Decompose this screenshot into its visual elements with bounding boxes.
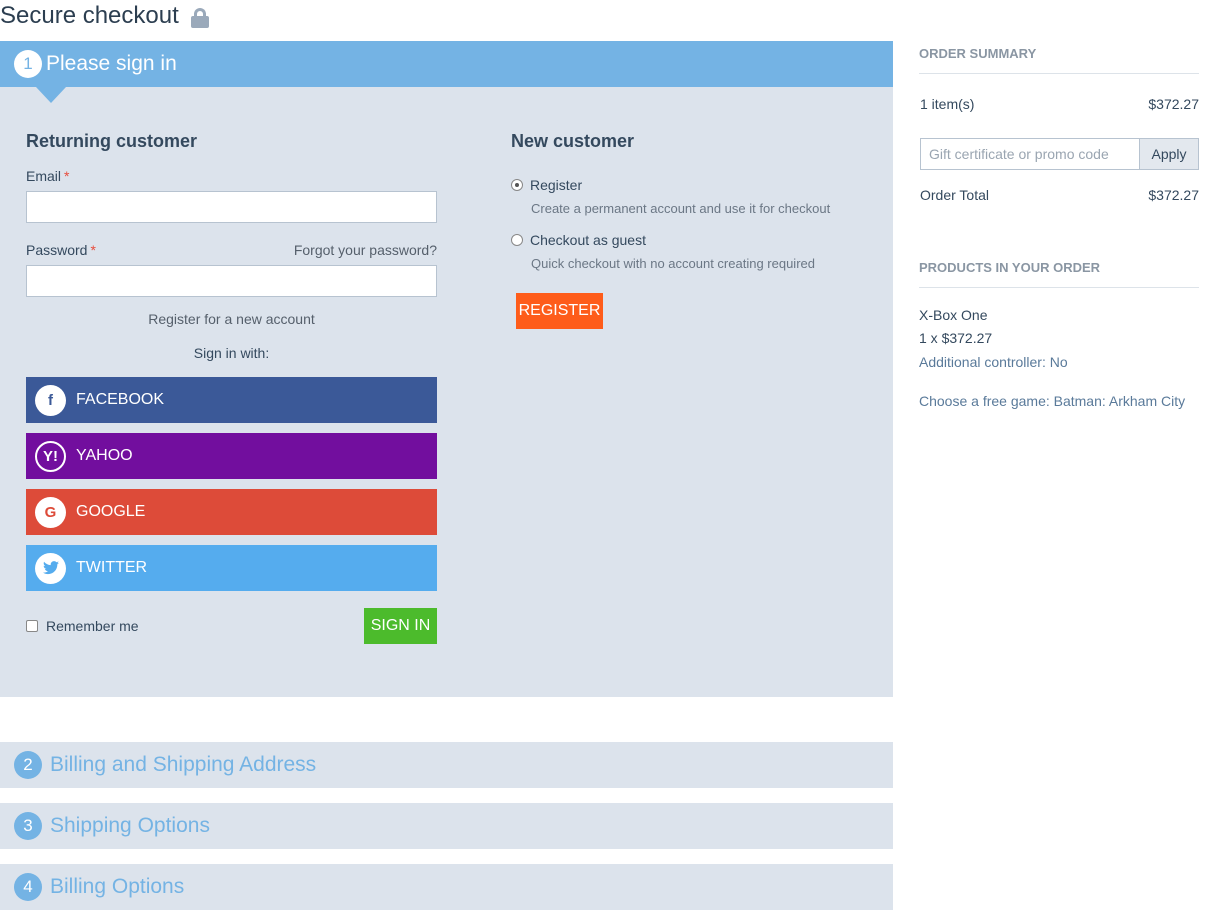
password-label-row: Password * Forgot your password? bbox=[26, 242, 437, 258]
remember-me-option[interactable]: Remember me bbox=[26, 618, 139, 634]
order-total-label: Order Total bbox=[920, 187, 989, 203]
facebook-label: FACEBOOK bbox=[76, 391, 165, 408]
step-number-badge: 1 bbox=[14, 50, 42, 78]
sign-in-button[interactable]: SIGN IN bbox=[364, 608, 437, 644]
email-label-row: Email * bbox=[26, 168, 437, 184]
step-title: Please sign in bbox=[46, 52, 177, 75]
step-number-badge: 3 bbox=[14, 812, 42, 840]
remember-me-label: Remember me bbox=[46, 618, 139, 634]
register-option-description: Create a permanent account and use it fo… bbox=[531, 201, 831, 216]
yahoo-label: YAHOO bbox=[76, 447, 133, 464]
email-field[interactable] bbox=[26, 191, 437, 223]
promo-code-input[interactable]: Gift certificate or promo code bbox=[921, 139, 1139, 169]
products-heading: PRODUCTS IN YOUR ORDER bbox=[919, 260, 1199, 288]
step-title: Shipping Options bbox=[50, 814, 210, 837]
items-count: 1 item(s) bbox=[920, 96, 975, 112]
step-sign-in-header[interactable]: 1 Please sign in bbox=[0, 41, 893, 103]
google-login-button[interactable]: G GOOGLE bbox=[26, 489, 437, 535]
order-summary-sidebar: ORDER SUMMARY 1 item(s) $372.27 Gift cer… bbox=[919, 0, 1199, 409]
twitter-login-button[interactable]: TWITTER bbox=[26, 545, 437, 591]
register-radio[interactable] bbox=[511, 179, 523, 191]
items-total: $372.27 bbox=[1148, 96, 1199, 112]
register-option[interactable]: Register bbox=[511, 177, 881, 193]
google-icon: G bbox=[35, 496, 66, 528]
order-total-value: $372.27 bbox=[1148, 187, 1199, 203]
step-sign-in-panel: 1 Please sign in Returning customer Emai… bbox=[0, 41, 893, 697]
yahoo-login-button[interactable]: Y! YAHOO bbox=[26, 433, 437, 479]
product-name[interactable]: X-Box One bbox=[919, 307, 1199, 323]
product-option-controller: Additional controller: No bbox=[919, 354, 1068, 370]
order-total-row: Order Total $372.27 bbox=[919, 187, 1199, 203]
order-summary-heading: ORDER SUMMARY bbox=[919, 46, 1199, 74]
forgot-password-link[interactable]: Forgot your password? bbox=[294, 242, 437, 258]
remember-me-checkbox[interactable] bbox=[26, 620, 38, 632]
product-option-free-game: Choose a free game: Batman: Arkham City bbox=[919, 393, 1186, 409]
returning-customer-section: Returning customer Email * Password * Forg… bbox=[26, 131, 437, 644]
register-link[interactable]: Register for a new account bbox=[26, 311, 437, 327]
step-number-badge: 2 bbox=[14, 751, 42, 779]
header-pointer-arrow bbox=[36, 87, 66, 103]
guest-option[interactable]: Checkout as guest bbox=[511, 232, 881, 248]
google-label: GOOGLE bbox=[76, 503, 146, 520]
step-number-badge: 4 bbox=[14, 873, 42, 901]
step-billing-shipping-address[interactable]: 2 Billing and Shipping Address bbox=[0, 742, 893, 788]
step-title: Billing Options bbox=[50, 875, 185, 898]
step-title: Billing and Shipping Address bbox=[50, 753, 317, 776]
lock-icon bbox=[190, 8, 209, 28]
guest-radio[interactable] bbox=[511, 234, 523, 246]
product-quantity-price: 1 x $372.27 bbox=[919, 330, 993, 346]
guest-option-label: Checkout as guest bbox=[530, 232, 646, 248]
required-mark: * bbox=[90, 242, 96, 258]
step-shipping-options[interactable]: 3 Shipping Options bbox=[0, 803, 893, 849]
password-field[interactable] bbox=[26, 265, 437, 297]
guest-option-description: Quick checkout with no account creating … bbox=[531, 256, 815, 271]
required-mark: * bbox=[64, 168, 70, 184]
page-title: Secure checkout bbox=[0, 2, 209, 30]
email-label: Email bbox=[26, 168, 62, 184]
new-customer-section: New customer Register Create a permanent… bbox=[511, 131, 881, 329]
sign-in-with-label: Sign in with: bbox=[193, 345, 270, 361]
register-button[interactable]: REGISTER bbox=[516, 293, 603, 329]
password-label: Password bbox=[26, 242, 88, 258]
apply-promo-button[interactable]: Apply bbox=[1139, 139, 1198, 169]
page-title-text: Secure checkout bbox=[0, 2, 179, 29]
step-billing-options[interactable]: 4 Billing Options bbox=[0, 864, 893, 910]
new-customer-heading: New customer bbox=[511, 131, 635, 151]
facebook-icon: f bbox=[35, 384, 66, 416]
twitter-label: TWITTER bbox=[76, 559, 148, 576]
items-row: 1 item(s) $372.27 bbox=[919, 96, 1199, 112]
register-option-label: Register bbox=[530, 177, 583, 193]
returning-customer-heading: Returning customer bbox=[26, 131, 198, 151]
twitter-icon bbox=[35, 552, 66, 584]
facebook-login-button[interactable]: f FACEBOOK bbox=[26, 377, 437, 423]
yahoo-icon: Y! bbox=[35, 440, 66, 472]
promo-code-group: Gift certificate or promo code Apply bbox=[920, 138, 1199, 170]
